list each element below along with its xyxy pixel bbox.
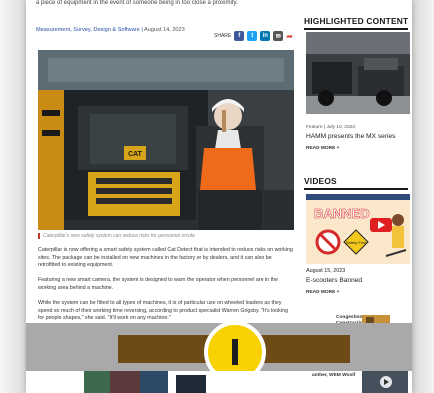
share-bar: SHARE f t in ✉ ➦ bbox=[214, 31, 293, 41]
share-label: SHARE bbox=[214, 33, 232, 39]
twitter-icon[interactable]: t bbox=[247, 31, 258, 41]
videos-heading: VIDEOS bbox=[304, 176, 337, 186]
marker-bar bbox=[232, 339, 238, 365]
hero-caption: Caterpillar's new safety system can redu… bbox=[38, 233, 288, 239]
facebook-icon[interactable]: f bbox=[234, 31, 245, 41]
video-date: August 15, 2023 bbox=[306, 268, 346, 274]
list-item-3[interactable]: anther, WEM Woolf bbox=[312, 373, 355, 379]
feature-meta: Feature | July 10, 2023 bbox=[306, 125, 355, 130]
video-banner-text: BANNED bbox=[314, 206, 370, 221]
videos-rule bbox=[304, 188, 408, 190]
video-thumbnail[interactable]: BANNED Safety First bbox=[306, 194, 410, 264]
article-paragraph-2: Featuring a new smart camera, the system… bbox=[38, 277, 278, 291]
read-more-link-video[interactable]: READ MORE + bbox=[306, 290, 339, 295]
bottom-strip: anther, WEM Woolf bbox=[26, 371, 412, 393]
hero-image: CAT bbox=[38, 50, 294, 230]
video-headline[interactable]: E-scooters Banned bbox=[306, 277, 362, 284]
left-margin bbox=[0, 0, 26, 393]
highlighted-image[interactable] bbox=[306, 32, 410, 114]
cat-sign: CAT bbox=[128, 151, 143, 158]
email-icon[interactable]: ✉ bbox=[273, 31, 284, 41]
video-sign-text: Safety First bbox=[346, 240, 367, 245]
highlighted-content-heading: HIGHLIGHTED CONTENT bbox=[304, 16, 409, 26]
article-meta: Measurement, Survey, Design & Software |… bbox=[36, 27, 185, 33]
linkedin-icon[interactable]: in bbox=[260, 31, 271, 41]
previous-text-snippet: a piece of equipment in the event of som… bbox=[36, 0, 238, 6]
highlighted-rule bbox=[304, 28, 408, 30]
right-margin bbox=[412, 0, 434, 393]
share-arrow-icon[interactable]: ➦ bbox=[286, 32, 293, 41]
feature-headline[interactable]: HAMM presents the MX series bbox=[306, 133, 395, 140]
article-paragraph-3: While the system can be fitted to all ty… bbox=[38, 300, 288, 321]
article-category-link[interactable]: Measurement, Survey, Design & Software bbox=[36, 27, 140, 33]
article-date: August 14, 2023 bbox=[144, 27, 185, 33]
read-more-link[interactable]: READ MORE + bbox=[306, 146, 339, 151]
article-paragraph-1: Caterpillar is now offering a smart safe… bbox=[38, 247, 293, 268]
